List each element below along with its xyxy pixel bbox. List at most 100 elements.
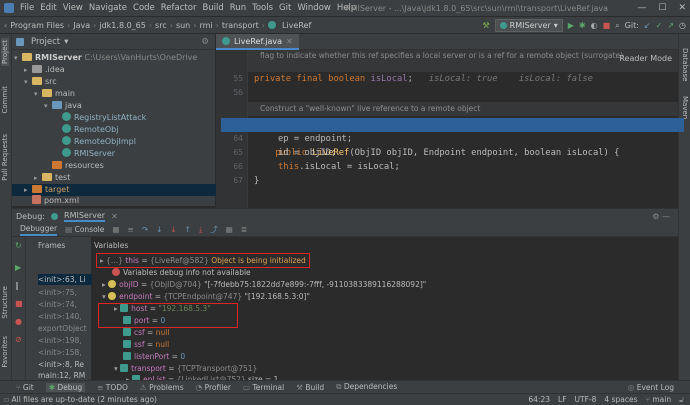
search-icon[interactable]: ⌕ bbox=[615, 21, 619, 31]
indent-setting[interactable]: 4 spaces bbox=[604, 395, 637, 405]
tab-liveref[interactable]: LiveRef.java ✕ bbox=[216, 34, 299, 50]
breadcrumb-item[interactable]: Program Files bbox=[10, 21, 64, 30]
tree-item[interactable]: pom.xml bbox=[32, 195, 79, 207]
tab-debugger[interactable]: Debugger bbox=[20, 224, 58, 236]
tool-todo[interactable]: ≡ TODO bbox=[97, 383, 128, 392]
breadcrumb-item[interactable]: rmi bbox=[199, 21, 212, 30]
frame-item[interactable]: <init>:198, bbox=[38, 335, 82, 346]
frame-item[interactable]: <init>:140, bbox=[38, 311, 82, 322]
close-icon[interactable]: ✕ bbox=[678, 3, 686, 13]
evaluate-icon[interactable]: ▦ bbox=[226, 225, 233, 234]
tree-item[interactable]: resources bbox=[52, 160, 104, 172]
menu-navigate[interactable]: Navigate bbox=[89, 3, 127, 13]
frame-item[interactable]: <init>:158, bbox=[38, 347, 82, 358]
file-encoding[interactable]: UTF-8 bbox=[575, 395, 597, 405]
tree-item[interactable]: ▾ main bbox=[34, 88, 75, 100]
tab-console[interactable]: ▤ Console bbox=[65, 225, 104, 234]
tree-item[interactable]: ▸ test bbox=[34, 172, 70, 184]
run-config-select[interactable]: RMIServer ▾ bbox=[494, 19, 563, 32]
tool-profiler[interactable]: ◔ Profiler bbox=[196, 383, 231, 392]
menu-view[interactable]: View bbox=[63, 3, 83, 13]
tab-favorites[interactable]: Favorites bbox=[1, 336, 9, 368]
close-icon[interactable]: ✕ bbox=[286, 37, 293, 46]
menu-build[interactable]: Build bbox=[202, 3, 223, 13]
branch-widget[interactable]: ⑂ main bbox=[645, 395, 671, 405]
run-to-cursor-icon[interactable]: ⤴ bbox=[210, 224, 218, 235]
menu-git[interactable]: Git bbox=[279, 3, 291, 13]
force-step-into-icon[interactable]: ↓ bbox=[170, 225, 176, 234]
tool-event-log[interactable]: ◎ Event Log bbox=[628, 383, 674, 392]
step-out-icon[interactable]: ↑ bbox=[185, 225, 191, 234]
run-icon[interactable]: ▶ bbox=[568, 21, 574, 30]
step-into-icon[interactable]: ↓ bbox=[156, 225, 162, 234]
frame-item[interactable]: exportObject bbox=[38, 323, 87, 334]
tree-item[interactable]: ▾ java bbox=[44, 100, 82, 112]
coverage-icon[interactable]: ◐ bbox=[591, 21, 598, 30]
frame-item[interactable]: <init>:63, Li bbox=[38, 274, 92, 285]
menu-tools[interactable]: Tools bbox=[252, 3, 273, 13]
var-row-transport[interactable]: ▾ transport = {TCPTransport@751} bbox=[114, 363, 257, 375]
gear-icon[interactable]: ⚙ bbox=[201, 37, 209, 47]
tree-item[interactable]: RemoteObj bbox=[62, 124, 118, 136]
lock-icon[interactable]: 🔓︎ bbox=[679, 395, 684, 405]
tool-dependencies[interactable]: ⧉ Dependencies bbox=[336, 382, 397, 392]
var-row-ssf[interactable]: ssf = null bbox=[123, 339, 169, 351]
chevron-down-icon[interactable]: ▾ bbox=[64, 37, 68, 47]
code-editor[interactable]: flag to indicate whether this ref specif… bbox=[221, 50, 684, 208]
var-row-objid[interactable]: ▸ objID = {ObjID@704} "[-7fdebb75:1822dd… bbox=[102, 279, 426, 291]
tab-database[interactable]: Database bbox=[681, 48, 689, 81]
breadcrumb-item[interactable]: src bbox=[155, 21, 167, 30]
tool-build[interactable]: ⚒ Build bbox=[296, 383, 324, 392]
frame-item[interactable]: <init>:75, bbox=[38, 287, 77, 298]
tab-pull-requests[interactable]: Pull Requests bbox=[1, 134, 9, 181]
menu-code[interactable]: Code bbox=[133, 3, 155, 13]
rerun-icon[interactable]: ↻ bbox=[15, 241, 22, 250]
menu-run[interactable]: Run bbox=[230, 3, 246, 13]
stop-icon[interactable]: ■ bbox=[15, 299, 23, 308]
trace-icon[interactable]: ≣ bbox=[241, 225, 247, 234]
tree-item[interactable]: RemoteObjImpl bbox=[62, 136, 136, 148]
gear-icon[interactable]: ⚙ — bbox=[652, 212, 670, 221]
drop-frame-icon[interactable]: ⤓ bbox=[199, 225, 202, 235]
resume-icon[interactable]: ▶ bbox=[15, 263, 21, 272]
stop-icon[interactable]: ■ bbox=[603, 21, 611, 30]
tab-maven[interactable]: Maven bbox=[681, 96, 689, 119]
menu-file[interactable]: File bbox=[20, 3, 34, 13]
line-separator[interactable]: LF bbox=[558, 395, 567, 405]
tree-item[interactable]: ▾ src bbox=[24, 76, 57, 88]
tool-problems[interactable]: ⚠ Problems bbox=[140, 383, 184, 392]
commit-icon[interactable]: ✓ bbox=[656, 21, 663, 30]
var-row-endpoint[interactable]: ▾ endpoint = {TCPEndpoint@747} "[192.168… bbox=[102, 291, 310, 303]
tool-git[interactable]: ⑂ Git bbox=[16, 383, 34, 392]
debug-icon[interactable]: ✱ bbox=[579, 21, 586, 30]
hammer-icon[interactable]: ⚒ bbox=[483, 21, 490, 30]
tab-project[interactable]: Project bbox=[1, 38, 9, 66]
list-icon[interactable]: ≡ bbox=[127, 225, 133, 234]
menu-refactor[interactable]: Refactor bbox=[161, 3, 197, 13]
frame-item[interactable]: <init>:74, bbox=[38, 299, 77, 310]
var-row-csf[interactable]: csf = null bbox=[123, 327, 169, 339]
menu-edit[interactable]: Edit bbox=[40, 3, 56, 13]
breakpoints-icon[interactable]: ● bbox=[15, 317, 22, 326]
maximize-icon[interactable]: ☐ bbox=[658, 3, 666, 13]
menu-window[interactable]: Window bbox=[297, 3, 331, 13]
tree-item[interactable]: ▸ .idea bbox=[24, 64, 65, 76]
tool-terminal[interactable]: ▭ Terminal bbox=[243, 383, 284, 392]
breadcrumb-item[interactable]: sun bbox=[176, 21, 190, 30]
breadcrumb-item[interactable]: jdk1.8.0_65 bbox=[99, 21, 145, 30]
frame-item[interactable]: <init>:8, Re bbox=[38, 359, 84, 370]
cursor-position[interactable]: 64:23 bbox=[528, 395, 550, 405]
tree-item[interactable]: RMIServer bbox=[62, 148, 115, 160]
pause-icon[interactable]: ‖ bbox=[15, 281, 19, 290]
tab-commit[interactable]: Commit bbox=[1, 86, 9, 114]
project-title[interactable]: Project bbox=[31, 37, 60, 47]
update-icon[interactable]: ↙ bbox=[644, 21, 651, 30]
tree-root[interactable]: ▾ RMIServer C:\Users\VanHurts\OneDrive bbox=[14, 52, 197, 64]
var-row-listenport[interactable]: listenPort = 0 bbox=[123, 351, 185, 363]
breadcrumb-item[interactable]: Java bbox=[73, 21, 90, 30]
mute-breakpoints-icon[interactable]: ⊘ bbox=[15, 335, 22, 344]
restore-layout-icon[interactable]: ▦ bbox=[112, 225, 119, 234]
debug-session-tab[interactable]: RMIServer bbox=[64, 211, 106, 222]
step-over-icon[interactable]: ↷ bbox=[142, 225, 148, 234]
tool-debug[interactable]: ✱ Debug bbox=[45, 382, 86, 392]
